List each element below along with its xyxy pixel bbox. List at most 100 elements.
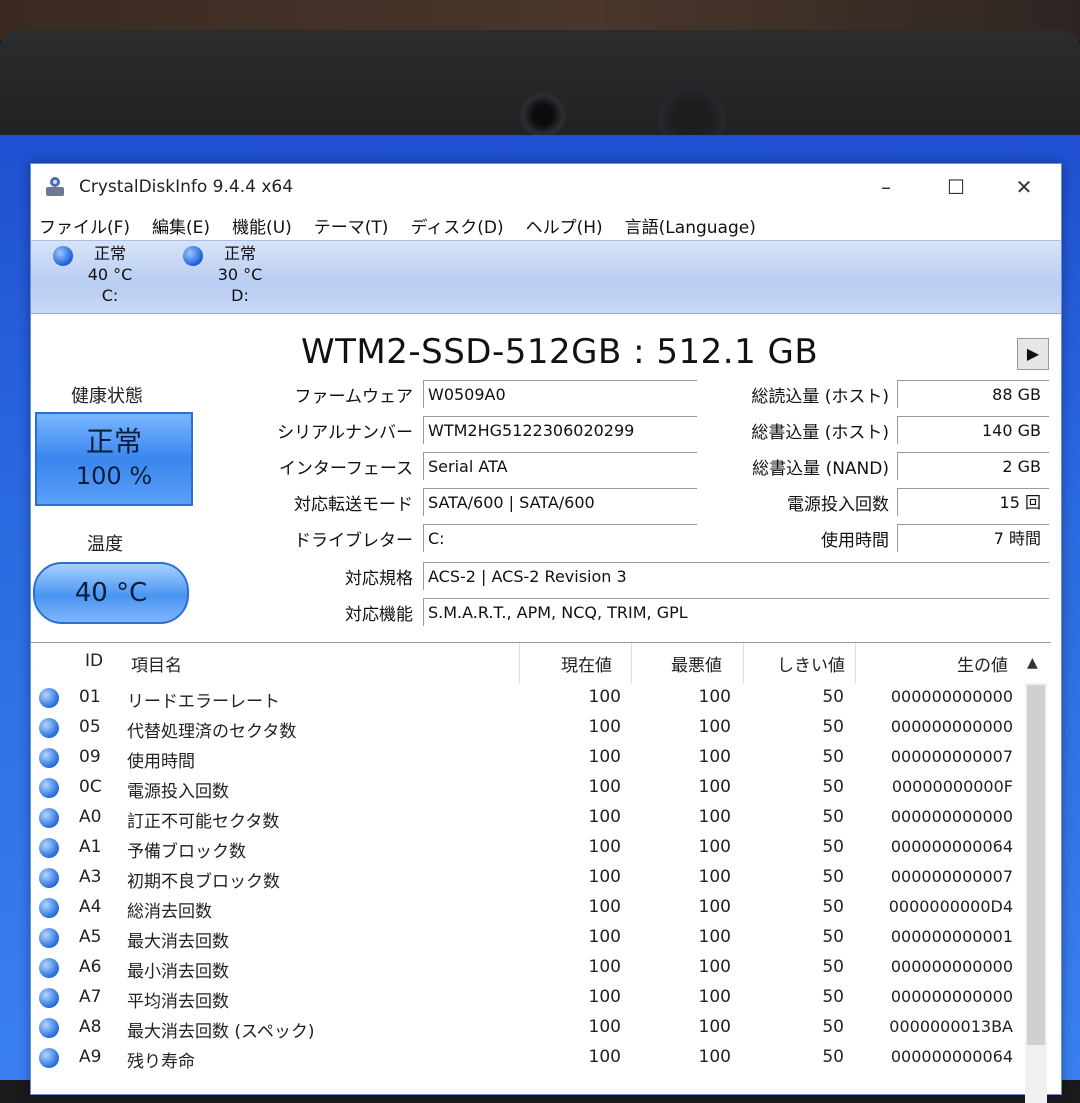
status-good-icon [39,1048,59,1068]
attr-worst: 100 [698,867,731,887]
title-bar[interactable]: CrystalDiskInfo 9.4.4 x64 – ☐ ✕ [31,164,1061,210]
attr-name: 総消去回数 [127,902,212,922]
status-good-icon [39,958,59,978]
table-row[interactable]: A7 平均消去回数 100 100 50 000000000000 [31,983,1051,1013]
attr-current: 100 [588,717,621,737]
col-divider[interactable] [743,643,744,683]
scroll-up-arrow-icon[interactable]: ▲ [1027,655,1038,671]
close-button[interactable]: ✕ [1009,174,1039,200]
attr-worst: 100 [698,897,731,917]
table-row[interactable]: A1 予備ブロック数 100 100 50 000000000064 [31,833,1051,863]
col-id[interactable]: ID [85,651,103,671]
menu-language[interactable]: 言語(Language) [625,213,756,238]
attr-name: 使用時間 [127,752,195,772]
attr-name: 訂正不可能セクタ数 [127,812,280,832]
table-row[interactable]: A4 総消去回数 100 100 50 0000000000D4 [31,893,1051,923]
menu-disk[interactable]: ディスク(D) [410,213,503,238]
col-divider[interactable] [519,643,520,683]
power-on-count-label: 電源投入回数 [787,495,889,515]
table-row[interactable]: 01 リードエラーレート 100 100 50 000000000000 [31,683,1051,713]
col-name[interactable]: 項目名 [131,651,182,676]
attr-id: 09 [79,747,101,767]
attr-name: 平均消去回数 [127,992,229,1012]
host-reads-label: 総読込量 (ホスト) [751,387,889,407]
drive-temp: 40 °C [87,265,133,284]
table-row[interactable]: 09 使用時間 100 100 50 000000000007 [31,743,1051,773]
attr-current: 100 [588,987,621,1007]
attr-threshold: 50 [822,927,844,947]
col-current[interactable]: 現在値 [561,651,612,676]
attr-worst: 100 [698,957,731,977]
col-raw[interactable]: 生の値 [957,651,1008,676]
status-good-icon [39,838,59,858]
table-row[interactable]: A3 初期不良ブロック数 100 100 50 000000000007 [31,863,1051,893]
status-good-icon [39,898,59,918]
attr-threshold: 50 [822,837,844,857]
menu-theme[interactable]: テーマ(T) [314,213,389,238]
attr-worst: 100 [698,1047,731,1067]
maximize-button[interactable]: ☐ [941,174,971,200]
table-row[interactable]: A5 最大消去回数 100 100 50 000000000001 [31,923,1051,953]
attr-worst: 100 [698,837,731,857]
attr-worst: 100 [698,1017,731,1037]
attr-id: 05 [79,717,101,737]
health-status-box[interactable]: 正常 100 % [35,412,193,506]
attr-current: 100 [588,957,621,977]
status-good-icon [39,988,59,1008]
attr-worst: 100 [698,777,731,797]
drive-tab-c[interactable]: 正常 40 °C C: [53,243,165,306]
next-disk-button[interactable]: ▶ [1017,338,1049,370]
attr-raw: 000000000000 [890,987,1013,1006]
drive-letter: D: [231,286,249,305]
status-good-icon [39,778,59,798]
attr-raw: 0000000013BA [889,1017,1013,1036]
attr-name: 最小消去回数 [127,962,229,982]
attr-name: リードエラーレート [127,692,280,712]
attr-worst: 100 [698,927,731,947]
drive-temp: 30 °C [217,265,263,284]
col-divider[interactable] [855,643,856,683]
app-icon [46,177,64,196]
menu-function[interactable]: 機能(U) [232,213,292,238]
standard-label: 対応規格 [345,569,413,589]
temperature-box[interactable]: 40 °C [33,562,189,624]
table-row[interactable]: A9 残り寿命 100 100 50 000000000064 [31,1043,1051,1073]
menu-file[interactable]: ファイル(F) [39,213,130,238]
attr-name: 最大消去回数 (スペック) [127,1022,315,1042]
disk-model-title: WTM2-SSD-512GB : 512.1 GB [301,332,819,372]
interface-label: インターフェース [278,459,413,479]
attr-raw: 000000000000 [890,687,1013,706]
attr-current: 100 [588,837,621,857]
attr-raw: 000000000064 [890,1047,1013,1066]
col-threshold[interactable]: しきい値 [777,651,845,676]
attr-threshold: 50 [822,807,844,827]
transfer-mode-label: 対応転送モード [294,495,413,515]
drive-tab-d[interactable]: 正常 30 °C D: [183,243,295,306]
firmware-label: ファームウェア [294,387,414,407]
table-row[interactable]: A8 最大消去回数 (スペック) 100 100 50 0000000013BA [31,1013,1051,1043]
firmware-value: W0509A0 [423,380,697,408]
menu-edit[interactable]: 編集(E) [152,213,210,238]
col-worst[interactable]: 最悪値 [671,651,722,676]
col-divider[interactable] [631,643,632,683]
drive-selector-bar: 正常 40 °C C: 正常 30 °C D: [31,240,1061,314]
host-writes-value: 140 GB [897,416,1049,444]
attr-threshold: 50 [822,1017,844,1037]
table-row[interactable]: 05 代替処理済のセクタ数 100 100 50 000000000000 [31,713,1051,743]
table-row[interactable]: A0 訂正不可能セクタ数 100 100 50 000000000000 [31,803,1051,833]
table-row[interactable]: A6 最小消去回数 100 100 50 000000000000 [31,953,1051,983]
serial-label: シリアルナンバー [277,423,413,443]
host-writes-label: 総書込量 (ホスト) [751,423,889,443]
menu-help[interactable]: ヘルプ(H) [526,213,603,238]
attr-raw: 000000000007 [890,867,1013,886]
health-percent: 100 % [75,462,153,490]
table-row[interactable]: 0C 電源投入回数 100 100 50 00000000000F [31,773,1051,803]
attr-name: 最大消去回数 [127,932,229,952]
attr-raw: 000000000000 [890,807,1013,826]
attr-id: A0 [79,807,102,827]
minimize-button[interactable]: – [871,174,901,200]
attr-raw: 000000000000 [890,717,1013,736]
attr-current: 100 [588,897,621,917]
standard-value: ACS-2 | ACS-2 Revision 3 [423,562,1049,590]
attr-raw: 000000000007 [890,747,1013,766]
